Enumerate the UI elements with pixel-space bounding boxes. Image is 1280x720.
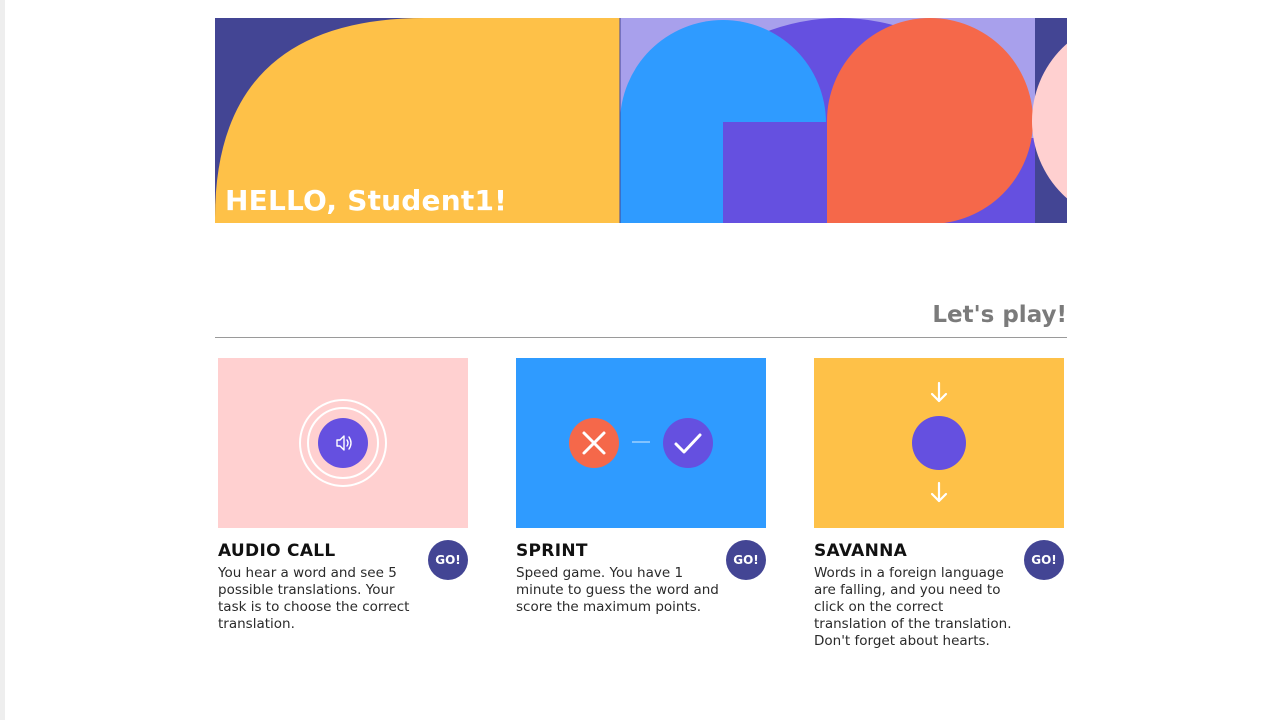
left-gutter — [0, 0, 5, 720]
section-divider — [215, 337, 1067, 338]
game-title: SPRINT — [516, 541, 588, 561]
game-title: SAVANNA — [814, 541, 908, 561]
game-description: Words in a foreign language are falling,… — [814, 565, 1012, 649]
arrow-down-icon — [930, 481, 948, 503]
game-card-audio-call: AUDIO CALL You hear a word and see 5 pos… — [218, 358, 468, 632]
game-card-savanna: SAVANNA Words in a foreign language are … — [814, 358, 1064, 649]
game-description: Speed game. You have 1 minute to guess t… — [516, 565, 719, 615]
sprint-illustration[interactable] — [516, 358, 766, 528]
savanna-illustration[interactable] — [814, 358, 1064, 528]
go-button-sprint[interactable]: GO! — [726, 540, 766, 580]
game-card-sprint: SPRINT Speed game. You have 1 minute to … — [516, 358, 766, 615]
go-button-audio-call[interactable]: GO! — [428, 540, 468, 580]
game-title: AUDIO CALL — [218, 541, 336, 561]
welcome-banner: HELLO, Student1! — [215, 18, 1067, 223]
audio-call-illustration[interactable] — [218, 358, 468, 528]
greeting-text: HELLO, Student1! — [225, 184, 508, 217]
section-title: Let's play! — [932, 302, 1067, 328]
go-button-savanna[interactable]: GO! — [1024, 540, 1064, 580]
game-description: You hear a word and see 5 possible trans… — [218, 565, 410, 632]
arrow-down-icon — [930, 381, 948, 403]
